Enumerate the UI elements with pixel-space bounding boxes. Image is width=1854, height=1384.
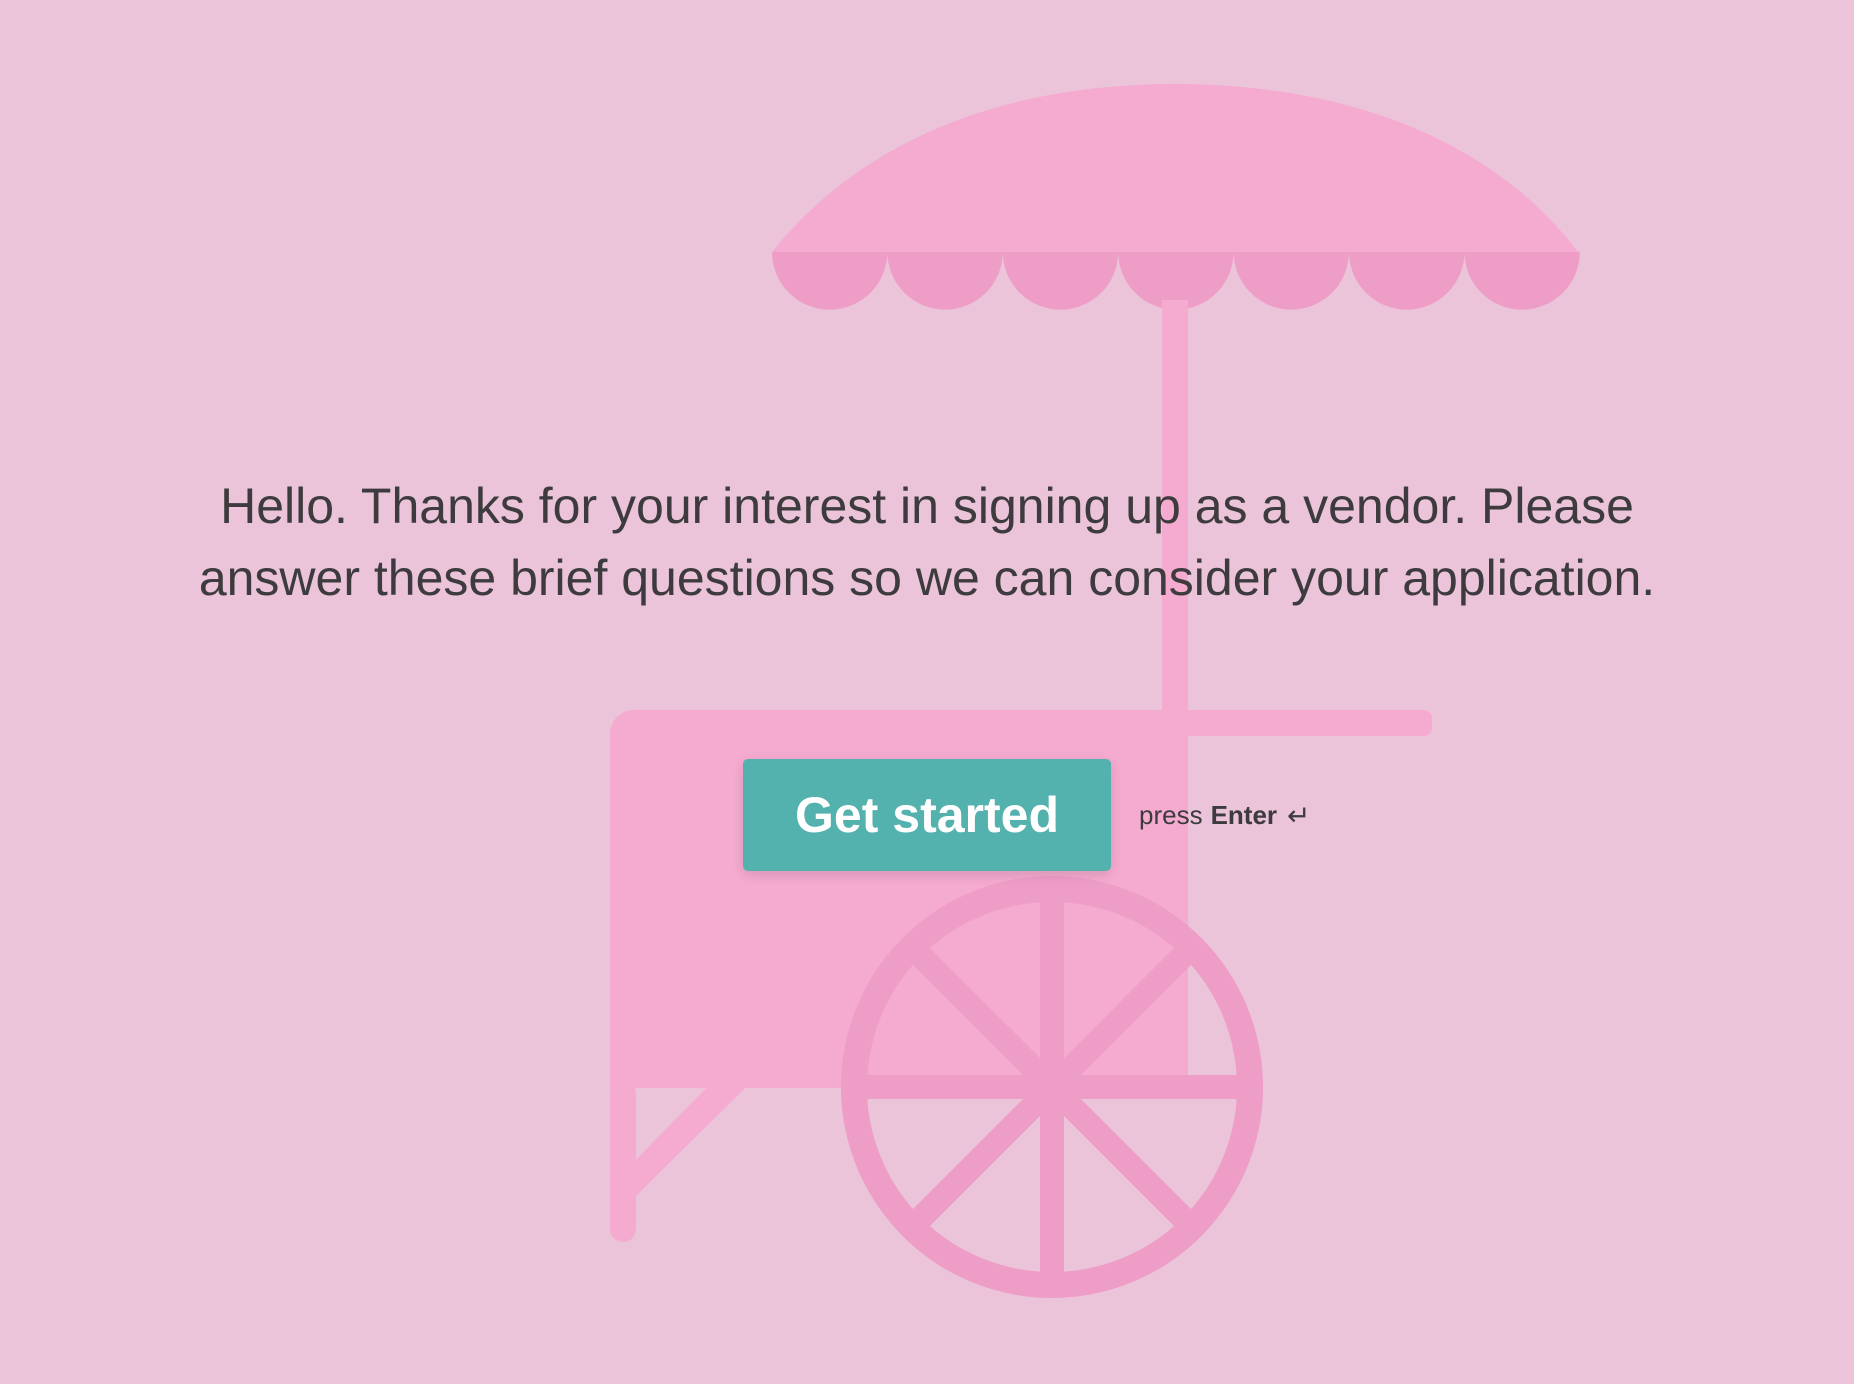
umbrella-canopy <box>772 84 1578 252</box>
enter-key-icon: ↵ <box>1287 799 1311 831</box>
cart-handle <box>1170 710 1432 736</box>
cart-leg <box>610 1080 636 1242</box>
welcome-message: Hello. Thanks for your interest in signi… <box>198 478 1656 606</box>
cart-leg-brace <box>620 1082 745 1198</box>
enter-hint-key: Enter <box>1210 799 1278 830</box>
get-started-button[interactable]: Get started <box>743 759 1111 871</box>
cart-wheel <box>841 876 1263 1298</box>
cta-row: Get started press Enter ↵ <box>743 759 1311 871</box>
ice-cream-cart-illustration <box>610 84 1580 1298</box>
enter-hint: press Enter ↵ <box>1139 799 1311 832</box>
enter-hint-prefix: press <box>1139 799 1203 830</box>
